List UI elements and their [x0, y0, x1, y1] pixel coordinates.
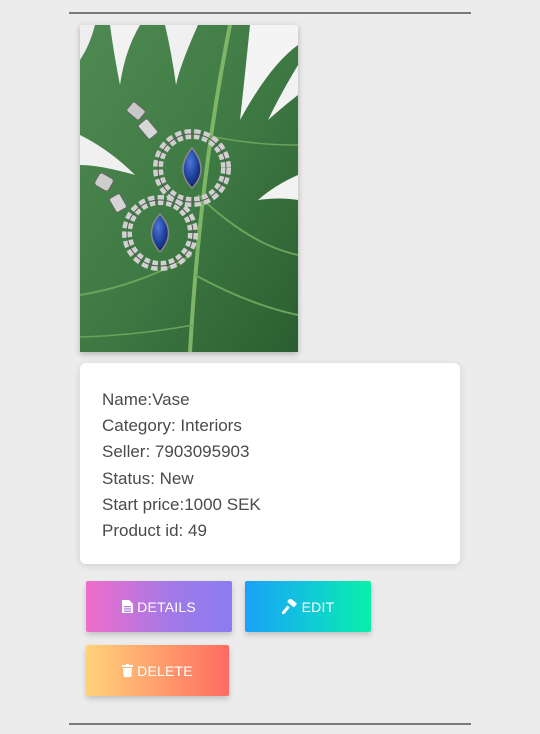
- details-label: DETAILS: [137, 598, 196, 615]
- product-name: Name:Vase: [102, 390, 190, 409]
- product-photo-earrings-on-leaf: [80, 25, 298, 352]
- product-status: Status: New: [102, 468, 194, 488]
- product-start-price: Start price:1000 SEK: [102, 494, 261, 514]
- edit-label: EDIT: [301, 598, 335, 615]
- file-icon: [122, 600, 134, 613]
- trash-icon: [122, 664, 134, 677]
- hammer-icon: [281, 599, 298, 614]
- bottom-divider: [69, 723, 471, 725]
- product-info-card: Name:Vase Category: Interiors Seller: 79…: [80, 363, 460, 564]
- product-category: Category: Interiors: [102, 416, 242, 436]
- product-seller: Seller: 7903095903: [102, 442, 250, 462]
- top-divider: [69, 12, 471, 14]
- product-id: Product id: 49: [102, 521, 207, 541]
- product-image: [80, 25, 298, 352]
- details-button[interactable]: DETAILS: [86, 581, 232, 632]
- delete-label: DELETE: [137, 662, 193, 679]
- delete-button[interactable]: DELETE: [86, 645, 229, 696]
- edit-button[interactable]: EDIT: [245, 581, 371, 632]
